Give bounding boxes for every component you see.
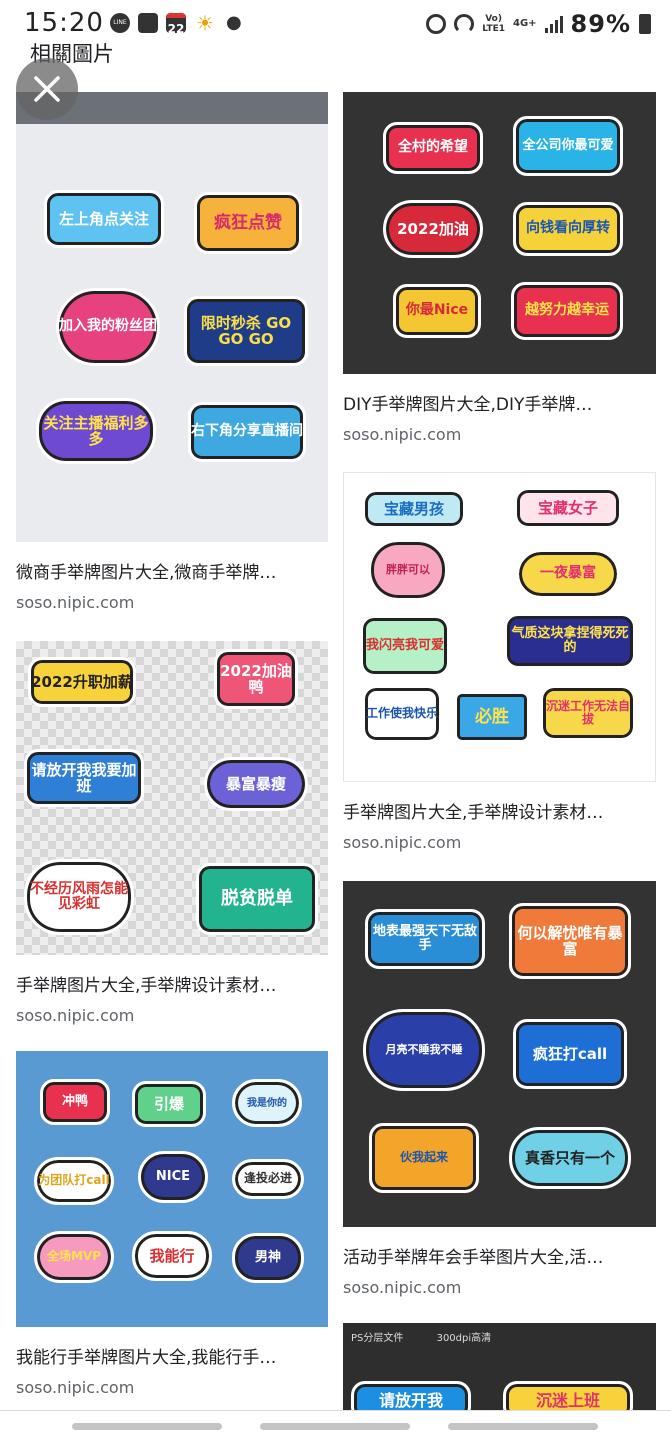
result-title[interactable]: 我能行手举牌图片大全,我能行手… (16, 1343, 328, 1368)
sign-badge: 气质这块拿捏得死死的 (504, 613, 636, 669)
sign-badge: 右下角分享直播间 (188, 402, 306, 462)
battery-icon (639, 14, 651, 34)
result-source[interactable]: soso.nipic.com (16, 1006, 328, 1025)
sign-badge: 冲鸭 (40, 1079, 110, 1125)
result-card[interactable]: 2022升职加薪 2022加油鸭 请放开我我要加班 暴富暴瘦 不经历风雨怎能见彩… (16, 641, 328, 1025)
signal-icon (544, 15, 563, 33)
sign-badge: 胖胖可以 (368, 539, 448, 601)
sign-badge: NICE (138, 1151, 208, 1203)
bottom-nav-pill[interactable] (260, 1423, 410, 1430)
close-icon (34, 76, 60, 102)
result-source[interactable]: soso.nipic.com (343, 1278, 656, 1297)
bottom-bar (0, 1410, 671, 1440)
sign-badge: 2022升职加薪 (28, 657, 136, 707)
sign-badge: 全公司你最可爱 (513, 116, 623, 176)
sign-badge: 向钱看向厚转 (513, 202, 623, 256)
ps-label: PS分层文件 (351, 1333, 404, 1344)
sign-badge: 你最Nice (393, 284, 481, 338)
result-thumbnail[interactable]: 左上角点关注 疯狂点赞 加入我的粉丝团 限时秒杀 GO GO GO 关注主播福利… (16, 92, 328, 542)
sign-badge: 沉迷工作无法自拔 (540, 685, 636, 741)
sign-badge: 全场MVP (34, 1231, 114, 1283)
sign-badge: 真香只有一个 (509, 1127, 631, 1189)
result-source[interactable]: soso.nipic.com (16, 593, 328, 612)
weather-sun-icon: ☀ (196, 11, 214, 35)
sign-badge: 地表最强天下无敌手 (365, 909, 485, 969)
result-title[interactable]: 手举牌图片大全,手举牌设计素材… (16, 971, 328, 996)
sign-badge: 一夜暴富 (516, 549, 620, 599)
sign-badge: 请放开我 (351, 1381, 471, 1413)
sign-badge: 男神 (232, 1233, 304, 1283)
alarm-icon (426, 14, 447, 34)
sign-badge: 工作使我快乐 (362, 685, 442, 743)
thumbnail-topbar: PS分层文件 300dpi高清 (343, 1323, 656, 1349)
sign-badge: 2022加油 (383, 200, 483, 258)
sign-badge: 限时秒杀 GO GO GO (184, 296, 308, 366)
result-source[interactable]: soso.nipic.com (343, 425, 656, 444)
sign-badge: 2022加油鸭 (214, 649, 298, 709)
sign-badge: 暴富暴瘦 (204, 757, 308, 811)
dpi-label: 300dpi高清 (436, 1333, 492, 1344)
hotspot-icon (454, 14, 475, 34)
status-time: 15:20 (24, 8, 104, 38)
sign-badge: 越努力越幸运 (511, 282, 623, 340)
result-thumbnail[interactable]: PS分层文件 300dpi高清 请放开我 沉迷上班 (343, 1323, 656, 1413)
status-right: Vo) LTE1 4G+ 89% (426, 10, 651, 38)
result-thumbnail[interactable]: 全村的希望 全公司你最可爱 2022加油 向钱看向厚转 你最Nice 越努力越幸… (343, 92, 656, 374)
sign-badge: 月亮不睡我不睡 (363, 1009, 485, 1091)
result-card[interactable]: 左上角点关注 疯狂点赞 加入我的粉丝团 限时秒杀 GO GO GO 关注主播福利… (16, 92, 328, 612)
sign-badge: 何以解忧唯有暴富 (509, 903, 631, 979)
sign-badge: 我能行 (132, 1231, 212, 1281)
bottom-nav-pill[interactable] (448, 1423, 598, 1430)
result-title[interactable]: 手举牌图片大全,手举牌设计素材… (343, 798, 656, 823)
result-source[interactable]: soso.nipic.com (16, 1378, 328, 1397)
sign-badge: 必胜 (454, 691, 530, 743)
sign-badge: 宝藏男孩 (362, 489, 466, 529)
battery-percent: 89% (570, 10, 631, 38)
chat-icon (138, 13, 158, 33)
sign-badge: 我是你的 (232, 1079, 302, 1127)
sign-badge: 关注主播福利多多 (36, 398, 156, 464)
sign-badge: 为团队打call (34, 1157, 114, 1205)
sign-badge: 加入我的粉丝团 (56, 288, 160, 366)
sign-badge: 引爆 (132, 1081, 206, 1127)
result-thumbnail[interactable]: 冲鸭 引爆 我是你的 为团队打call NICE 逢投必进 全场MVP 我能行 … (16, 1051, 328, 1327)
sign-badge: 全村的希望 (383, 122, 483, 174)
lte-label: LTE1 (482, 24, 505, 34)
sign-badge: 宝藏女子 (514, 487, 622, 529)
bulb-icon: ● (226, 12, 242, 33)
sign-badge: 请放开我我要加班 (24, 749, 144, 807)
result-source[interactable]: soso.nipic.com (343, 833, 656, 852)
result-thumbnail[interactable]: 2022升职加薪 2022加油鸭 请放开我我要加班 暴富暴瘦 不经历风雨怎能见彩… (16, 641, 328, 955)
line-app-icon: LINE (110, 13, 130, 33)
network-type: 4G+ (513, 18, 537, 29)
sign-badge: 疯狂点赞 (194, 192, 302, 254)
result-card[interactable]: 宝藏男孩 宝藏女子 胖胖可以 一夜暴富 我闪亮我可爱 气质这块拿捏得死死的 工作… (343, 472, 656, 852)
close-button[interactable] (16, 58, 78, 120)
sign-badge: 沉迷上班 (503, 1381, 633, 1413)
result-title[interactable]: DIY手举牌图片大全,DIY手举牌… (343, 390, 656, 415)
volte-indicator: Vo) LTE1 (482, 14, 505, 34)
result-card[interactable]: 冲鸭 引爆 我是你的 为团队打call NICE 逢投必进 全场MVP 我能行 … (16, 1051, 328, 1397)
sign-badge: 不经历风雨怎能见彩虹 (24, 859, 134, 935)
bottom-nav-pill[interactable] (72, 1423, 222, 1430)
result-thumbnail[interactable]: 宝藏男孩 宝藏女子 胖胖可以 一夜暴富 我闪亮我可爱 气质这块拿捏得死死的 工作… (343, 472, 656, 782)
sign-badge: 伙我起来 (369, 1123, 479, 1193)
sign-badge: 我闪亮我可爱 (360, 615, 450, 677)
sign-badge: 左上角点关注 (44, 190, 164, 248)
calendar-icon: 22 (166, 13, 186, 36)
result-card[interactable]: 全村的希望 全公司你最可爱 2022加油 向钱看向厚转 你最Nice 越努力越幸… (343, 92, 656, 444)
sign-badge: 逢投必进 (232, 1159, 304, 1199)
result-title[interactable]: 微商手举牌图片大全,微商手举牌… (16, 558, 328, 583)
result-title[interactable]: 活动手举牌年会手举图片大全,活… (343, 1243, 656, 1268)
volte-label: Vo) (485, 14, 502, 24)
result-card[interactable]: 地表最强天下无敌手 何以解忧唯有暴富 月亮不睡我不睡 疯狂打call 伙我起来 … (343, 881, 656, 1297)
sign-badge: 疯狂打call (513, 1019, 627, 1089)
result-thumbnail[interactable]: 地表最强天下无敌手 何以解忧唯有暴富 月亮不睡我不睡 疯狂打call 伙我起来 … (343, 881, 656, 1227)
sign-badge: 脱贫脱单 (196, 863, 318, 935)
result-card[interactable]: PS分层文件 300dpi高清 请放开我 沉迷上班 (343, 1323, 656, 1413)
